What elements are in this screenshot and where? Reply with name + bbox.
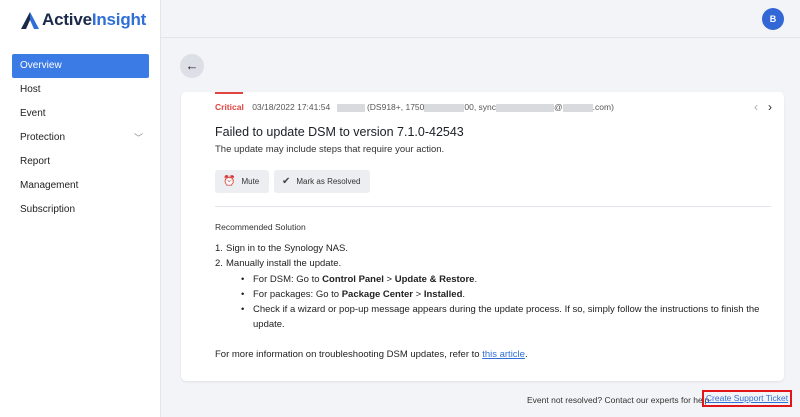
- back-button[interactable]: ←: [180, 54, 204, 78]
- sidebar-item-overview[interactable]: Overview: [12, 54, 149, 78]
- mute-button[interactable]: ⏰ Mute: [215, 170, 269, 193]
- check-circle-icon: ✔: [282, 176, 291, 187]
- sidebar-item-subscription[interactable]: Subscription: [12, 198, 149, 222]
- step-2-bullet-packages: • For packages: Go to Package Center > In…: [215, 287, 763, 302]
- severity-label: Critical: [215, 102, 244, 112]
- chevron-down-icon: ﹀: [133, 133, 143, 143]
- bullet-icon: •: [241, 304, 245, 316]
- more-info: For more information on troubleshooting …: [215, 349, 528, 360]
- bullet-icon: •: [241, 273, 245, 285]
- chevron-left-icon[interactable]: ‹: [754, 100, 758, 114]
- step-2: 2. Manually install the update.: [215, 258, 342, 270]
- step-1: 1. Sign in to the Synology NAS.: [215, 243, 348, 254]
- event-meta: Critical 03/18/2022 17:41:54 (DS918+, 17…: [215, 102, 614, 112]
- step-2-bullet-dsm: • For DSM: Go to Control Panel > Update &…: [215, 272, 763, 287]
- arrow-left-icon: ←: [185, 58, 199, 73]
- event-host-info-3: @: [554, 102, 563, 112]
- footer-help-text: Event not resolved? Contact our experts …: [527, 395, 712, 405]
- event-host-info-1: (DS918+, 1750: [366, 102, 425, 112]
- alarm-clock-icon: ⏰: [223, 176, 236, 187]
- avatar[interactable]: B: [762, 8, 784, 30]
- divider: [215, 206, 771, 207]
- event-detail-card: Critical 03/18/2022 17:41:54 (DS918+, 17…: [181, 92, 784, 381]
- recommended-solution-heading: Recommended Solution: [215, 222, 306, 232]
- redacted-block: [424, 103, 465, 112]
- sidebar-nav: Overview Host Event Protection ﹀ Report M…: [12, 54, 149, 222]
- sidebar-item-management[interactable]: Management: [12, 174, 149, 198]
- create-support-ticket-link[interactable]: Create Support Ticket: [702, 390, 792, 407]
- solution-steps: 1. Sign in to the Synology NAS. 2. Manuall…: [215, 241, 763, 333]
- redacted-block: [562, 103, 593, 112]
- severity-indicator: [215, 92, 243, 94]
- sidebar-item-event[interactable]: Event: [12, 102, 149, 126]
- brand-name: ActiveInsight: [42, 10, 147, 29]
- event-timestamp: 03/18/2022 17:41:54: [252, 102, 331, 112]
- step-2-bullet-wizard: • Check if a wizard or pop-up message app…: [241, 304, 760, 331]
- bullet-icon: •: [241, 288, 245, 300]
- event-host-info-2: 00, sync: [464, 102, 497, 112]
- event-subtitle: The update may include steps that requir…: [215, 144, 445, 155]
- sidebar-item-host[interactable]: Host: [12, 78, 149, 102]
- event-host-info-4: .com): [592, 102, 614, 112]
- redacted-block: [336, 103, 365, 112]
- this-article-link[interactable]: this article: [482, 349, 525, 360]
- event-title: Failed to update DSM to version 7.1.0-42…: [215, 125, 464, 139]
- event-pager: ‹ ›: [744, 100, 772, 114]
- logo[interactable]: ActiveInsight: [21, 10, 146, 30]
- mark-as-resolved-button[interactable]: ✔ Mark as Resolved: [274, 170, 370, 193]
- sidebar: ActiveInsight Overview Host Event Protec…: [0, 0, 161, 417]
- redacted-block: [496, 103, 555, 112]
- sidebar-item-protection[interactable]: Protection ﹀: [12, 126, 149, 150]
- sidebar-item-report[interactable]: Report: [12, 150, 149, 174]
- top-bar: B: [161, 0, 800, 38]
- chevron-right-icon[interactable]: ›: [768, 100, 772, 114]
- activeinsight-logo-icon: [21, 11, 39, 29]
